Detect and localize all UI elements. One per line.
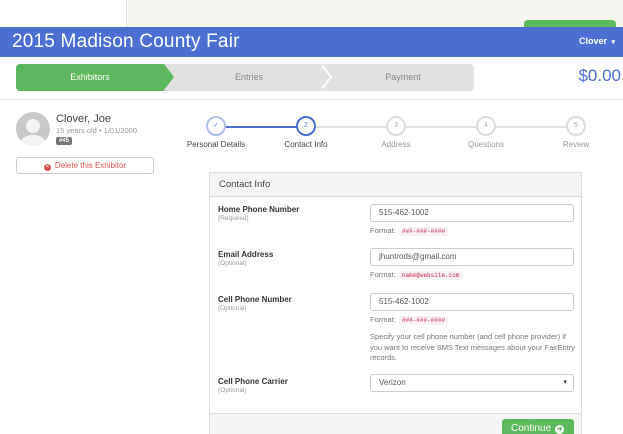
format-label: Format:	[370, 315, 396, 324]
wizard-label-personal-details: Personal Details	[186, 140, 246, 149]
step-arrow	[164, 64, 174, 90]
step-payment[interactable]: Payment	[332, 64, 474, 91]
carrier-optional: (Optional)	[218, 387, 247, 394]
carrier-select-value: Verizon	[379, 378, 406, 387]
step-exhibitors[interactable]: Exhibitors	[16, 64, 164, 91]
wizard-step-2[interactable]: 2	[296, 116, 316, 136]
wizard-step-5[interactable]: 5	[566, 116, 586, 136]
format-label: Format:	[370, 270, 396, 279]
cell-phone-input[interactable]: 515-462-1002	[370, 293, 574, 311]
top-strip	[0, 0, 623, 32]
cell-phone-label: Cell Phone Number	[218, 295, 292, 304]
wizard-line	[316, 126, 576, 128]
exhibitor-details: 15 years old • 1/01/2000	[56, 126, 138, 135]
cell-phone-help-text: Specify your cell phone number (and cell…	[370, 332, 575, 362]
checkout-step-bar: Exhibitors Entries Payment	[16, 64, 474, 91]
avatar	[16, 112, 50, 146]
avatar-head	[26, 119, 40, 133]
step-separator-inner	[320, 64, 330, 90]
wizard-label-questions: Questions	[467, 140, 505, 149]
divider	[0, 99, 623, 100]
chevron-down-icon: ▾	[563, 379, 567, 386]
step-entries[interactable]: Entries	[174, 64, 324, 91]
user-menu-label: Clover	[578, 36, 607, 46]
app-header: 2015 Madison County Fair Clover ▾	[0, 27, 623, 57]
wizard-label-review: Review	[562, 140, 590, 149]
format-example: ###-###-####	[398, 227, 449, 236]
format-example: name@website.com	[398, 271, 463, 280]
avatar-body	[20, 135, 46, 146]
email-label: Email Address	[218, 250, 274, 259]
cell-phone-optional: (Optional)	[218, 305, 247, 312]
wizard-step-1[interactable]: ✓	[206, 116, 226, 136]
delete-exhibitor-button[interactable]: × Delete this Exhibitor	[16, 157, 154, 174]
cart-total: $0.00	[578, 66, 621, 85]
page-title: 2015 Madison County Fair	[12, 31, 240, 52]
email-optional: (Optional)	[218, 260, 247, 267]
continue-button[interactable]: Continue ➜	[502, 419, 574, 434]
wizard-step-3[interactable]: 3	[386, 116, 406, 136]
continue-label: Continue	[511, 423, 552, 434]
panel-title: Contact Info	[210, 173, 581, 197]
home-phone-required: (Required)	[218, 215, 249, 222]
user-menu[interactable]: Clover ▾	[579, 36, 615, 46]
email-format: Format: name@website.com	[370, 270, 463, 280]
format-label: Format:	[370, 226, 396, 235]
x-circle-icon: ×	[43, 164, 51, 171]
email-input[interactable]: jhuntrods@gmail.com	[370, 248, 574, 266]
home-phone-label: Home Phone Number	[218, 205, 300, 214]
carrier-select[interactable]: Verizon ▾	[370, 374, 574, 392]
exhibitor-name: Clover, Joe	[56, 113, 112, 125]
wizard-step-4[interactable]: 4	[476, 116, 496, 136]
wizard-label-contact-info: Contact Info	[284, 140, 328, 149]
carrier-label: Cell Phone Carrier	[218, 377, 288, 386]
exhibitor-badge: #45	[56, 137, 73, 145]
delete-exhibitor-label: Delete this Exhibitor	[54, 161, 127, 170]
arrow-right-icon: ➜	[555, 425, 565, 434]
wizard-label-address: Address	[381, 140, 411, 149]
chevron-down-icon: ▾	[611, 39, 615, 46]
home-phone-format: Format: ###-###-####	[370, 226, 449, 236]
home-phone-input[interactable]: 515-462-1002	[370, 204, 574, 222]
wizard-line-done	[226, 126, 306, 128]
format-example: ###-###-####	[398, 316, 449, 325]
cell-phone-format: Format: ###-###-####	[370, 315, 449, 325]
